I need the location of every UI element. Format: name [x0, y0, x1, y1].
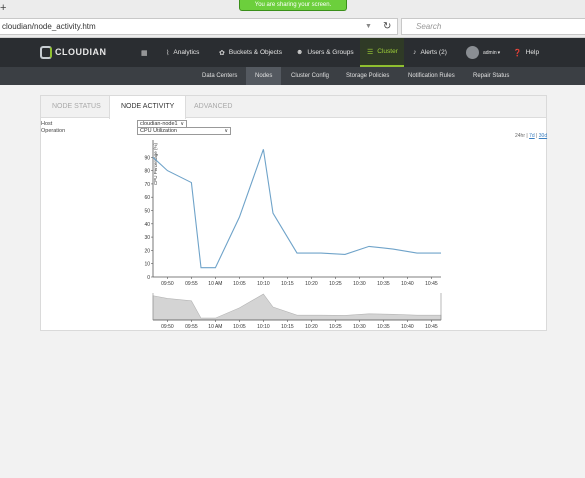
subnav-repair-status[interactable]: Repair Status: [464, 67, 518, 85]
nav-alerts[interactable]: ♪ Alerts (2): [413, 38, 447, 67]
nav-cluster[interactable]: ☰ Cluster: [360, 38, 404, 67]
host-label: Host: [41, 121, 53, 127]
range-separator: |: [536, 133, 538, 139]
range-7d[interactable]: 7d: [529, 133, 535, 139]
subnav-nodes[interactable]: Nodes: [246, 67, 282, 85]
nav-label: Cluster: [377, 48, 398, 55]
new-tab-plus-icon[interactable]: +: [0, 2, 6, 14]
logo-mark-icon: [40, 45, 52, 59]
url-bar[interactable]: cloudian/node_activity.htm: [0, 18, 398, 35]
nav-label: Users & Groups: [307, 49, 354, 56]
nav-user-menu[interactable]: admin ▾: [466, 38, 500, 67]
bell-icon: ♪: [413, 49, 417, 56]
operation-select-value: CPU Utilization: [140, 128, 177, 134]
nav-label: Help: [525, 49, 540, 56]
cloudian-logo[interactable]: CLOUDIAN: [40, 44, 107, 60]
help-icon: ❓: [513, 49, 522, 57]
tab-advanced[interactable]: ADVANCED: [183, 96, 243, 118]
range-24hr[interactable]: 24hr: [515, 133, 525, 139]
content-panel: [40, 95, 547, 331]
nav-users-groups[interactable]: ☻ Users & Groups: [296, 38, 354, 67]
chart-icon: ⌇: [166, 49, 170, 57]
nav-buckets-objects[interactable]: ✿ Buckets & Objects: [219, 38, 282, 67]
operation-label: Operation: [41, 128, 66, 134]
gear-icon: ✿: [219, 49, 225, 57]
url-dropdown-icon[interactable]: ▼: [365, 18, 372, 35]
list-icon: ☰: [367, 48, 374, 56]
range-separator: |: [526, 133, 528, 139]
nav-help[interactable]: ❓ Help: [513, 38, 539, 67]
subnav-cluster-config[interactable]: Cluster Config: [282, 67, 338, 85]
sharing-banner[interactable]: You are sharing your screen.: [239, 0, 347, 11]
subnav-notification-rules[interactable]: Notification Rules: [399, 67, 464, 85]
users-icon: ☻: [296, 49, 304, 56]
nav-label: Analytics: [173, 49, 200, 56]
avatar-icon: [466, 46, 479, 59]
caret-down-icon: ▾: [497, 49, 501, 56]
nav-dashboard[interactable]: ▦: [141, 38, 152, 67]
time-range-links: 24hr | 7d | 30d: [515, 133, 547, 139]
tab-node-status[interactable]: NODE STATUS: [41, 96, 112, 118]
subnav-data-centers[interactable]: Data Centers: [193, 67, 246, 85]
reload-icon[interactable]: ↻: [383, 18, 391, 35]
range-30d[interactable]: 30d: [539, 133, 547, 139]
search-input[interactable]: Search: [401, 18, 585, 35]
chevron-down-icon: ∨: [224, 128, 228, 134]
tab-node-activity[interactable]: NODE ACTIVITY: [109, 96, 187, 119]
nav-label: Alerts (2): [420, 49, 447, 56]
nav-label: Buckets & Objects: [228, 49, 282, 56]
operation-select[interactable]: CPU Utilization ∨: [137, 127, 231, 135]
logo-text: CLOUDIAN: [55, 47, 107, 57]
grid-icon: ▦: [141, 49, 148, 57]
nav-analytics[interactable]: ⌇ Analytics: [166, 38, 199, 67]
subnav-storage-policies[interactable]: Storage Policies: [337, 67, 398, 85]
nav-label: admin: [483, 49, 497, 56]
